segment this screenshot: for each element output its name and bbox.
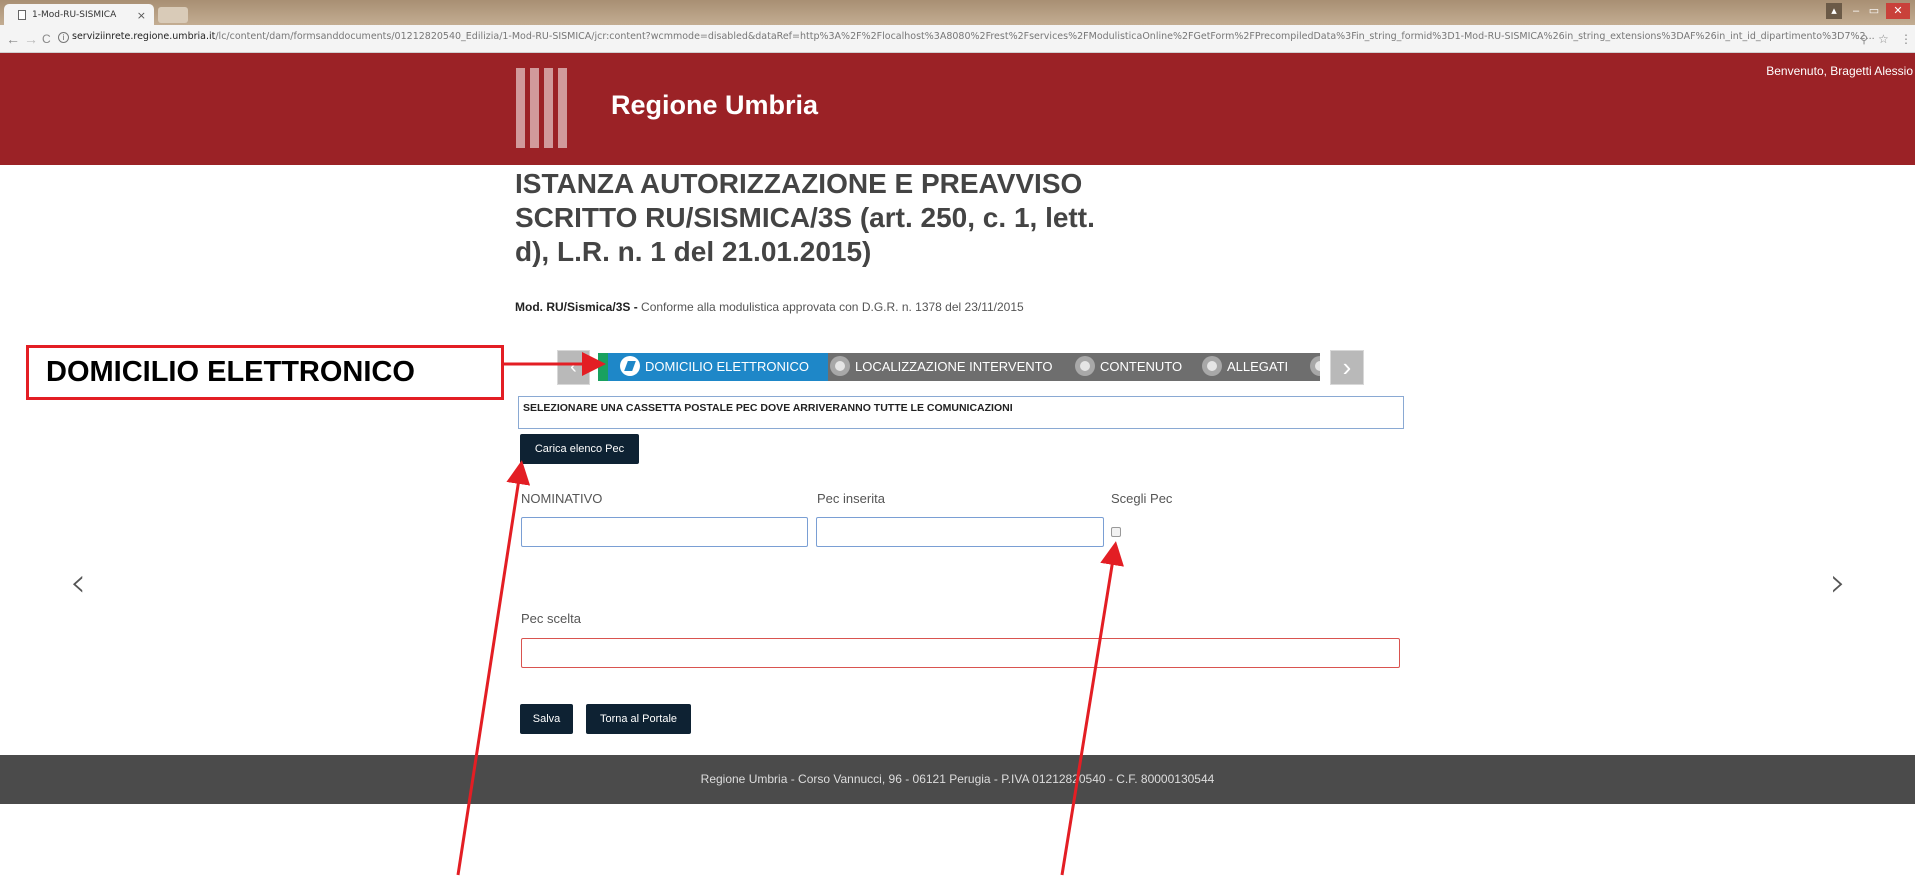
user-icon[interactable]: ▴	[1826, 3, 1842, 19]
tab-close-icon[interactable]: ×	[137, 9, 146, 22]
wizard-step-domicilio[interactable]: DOMICILIO ELETTRONICO	[620, 353, 809, 381]
scegli-pec-label: Scegli Pec	[1111, 491, 1173, 506]
pec-scelta-input[interactable]	[521, 638, 1400, 668]
nominativo-label: NOMINATIVO	[521, 491, 603, 506]
forward-arrow-icon[interactable]: →	[24, 31, 38, 47]
wizard-step-allegati[interactable]: ALLEGATI	[1202, 353, 1288, 381]
subtitle-text: Conforme alla modulistica approvata con …	[641, 300, 1024, 314]
save-button[interactable]: Salva	[520, 704, 573, 734]
load-pec-list-button[interactable]: Carica elenco Pec	[520, 434, 639, 464]
wizard-step-localizzazione[interactable]: LOCALIZZAZIONE INTERVENTO	[830, 353, 1052, 381]
wizard-progress	[598, 353, 608, 381]
pencil-icon	[620, 356, 640, 377]
menu-icon[interactable]: ⋮	[1900, 32, 1912, 46]
tab-title: 1-Mod-RU-SISMICA	[32, 10, 117, 20]
step-status-icon	[1075, 356, 1095, 377]
wizard-step-label: LOCALIZZAZIONE INTERVENTO	[855, 359, 1053, 374]
step-status-icon	[1310, 356, 1320, 377]
regione-umbria-logo	[515, 68, 568, 148]
screen: 1-Mod-RU-SISMICA × ▴ – ▭ ✕ ← → C i servi…	[0, 0, 1915, 881]
carousel-next-icon[interactable]: ›	[1830, 560, 1846, 606]
pec-inserita-input[interactable]	[816, 517, 1104, 547]
annotation-arrow	[1060, 541, 1124, 876]
info-icon[interactable]: i	[58, 32, 69, 43]
step-status-icon	[830, 356, 850, 377]
site-footer: Regione Umbria - Corso Vannucci, 96 - 06…	[0, 755, 1915, 804]
welcome-user[interactable]: Benvenuto, Bragetti Alessio	[1766, 64, 1913, 78]
wizard-step-label: CONTENUTO	[1100, 359, 1183, 374]
pec-inserita-label: Pec inserita	[817, 491, 885, 506]
address-bar: ← → C i serviziinrete.regione.umbria.it/…	[0, 25, 1915, 53]
wizard-prev-button[interactable]: ‹	[557, 350, 590, 385]
reload-icon[interactable]: C	[42, 32, 51, 46]
wizard-step-contenuto[interactable]: CONTENUTO	[1075, 353, 1182, 381]
scegli-pec-checkbox[interactable]	[1111, 527, 1121, 537]
browser-tab-bar: 1-Mod-RU-SISMICA × ▴ – ▭ ✕	[0, 0, 1915, 25]
minimize-icon[interactable]: –	[1848, 3, 1864, 19]
annotation-arrow	[456, 460, 531, 876]
pec-instructions: SELEZIONARE UNA CASSETTA POSTALE PEC DOV…	[518, 396, 1404, 429]
pec-scelta-label: Pec scelta	[521, 611, 581, 626]
new-tab-button[interactable]	[158, 7, 188, 23]
page-title: ISTANZA AUTORIZZAZIONE E PREAVVISO SCRIT…	[515, 168, 1095, 267]
annotation-callout: DOMICILIO ELETTRONICO	[26, 345, 504, 400]
nominativo-input[interactable]	[521, 517, 808, 547]
wizard-next-button[interactable]: ›	[1330, 350, 1364, 385]
wizard-steps: DOMICILIO ELETTRONICO LOCALIZZAZIONE INT…	[598, 353, 1320, 381]
form-subtitle: Mod. RU/Sismica/3S - Conforme alla modul…	[515, 300, 1024, 314]
bookmark-star-icon[interactable]: ☆	[1878, 32, 1889, 46]
wizard-step-more[interactable]	[1310, 353, 1320, 381]
carousel-prev-icon[interactable]: ‹	[70, 560, 86, 606]
url-host: serviziinrete.regione.umbria.it	[72, 31, 216, 42]
url-field[interactable]: serviziinrete.regione.umbria.it/lc/conte…	[72, 31, 1875, 42]
site-header	[0, 53, 1915, 165]
subtitle-code: Mod. RU/Sismica/3S -	[515, 300, 642, 314]
browser-tab[interactable]: 1-Mod-RU-SISMICA ×	[4, 4, 154, 25]
wizard-step-label: ALLEGATI	[1227, 359, 1289, 374]
maximize-icon[interactable]: ▭	[1866, 3, 1882, 19]
back-to-portal-button[interactable]: Torna al Portale	[586, 704, 691, 734]
document-icon	[18, 10, 26, 20]
wizard-step-label: DOMICILIO ELETTRONICO	[645, 359, 809, 374]
back-arrow-icon[interactable]: ←	[6, 31, 20, 47]
step-status-icon	[1202, 356, 1222, 377]
url-path: /lc/content/dam/formsanddocuments/012128…	[215, 31, 1875, 42]
close-window-icon[interactable]: ✕	[1886, 3, 1910, 19]
zoom-icon[interactable]: ⚲	[1860, 33, 1868, 46]
brand-name: Regione Umbria	[611, 90, 819, 120]
